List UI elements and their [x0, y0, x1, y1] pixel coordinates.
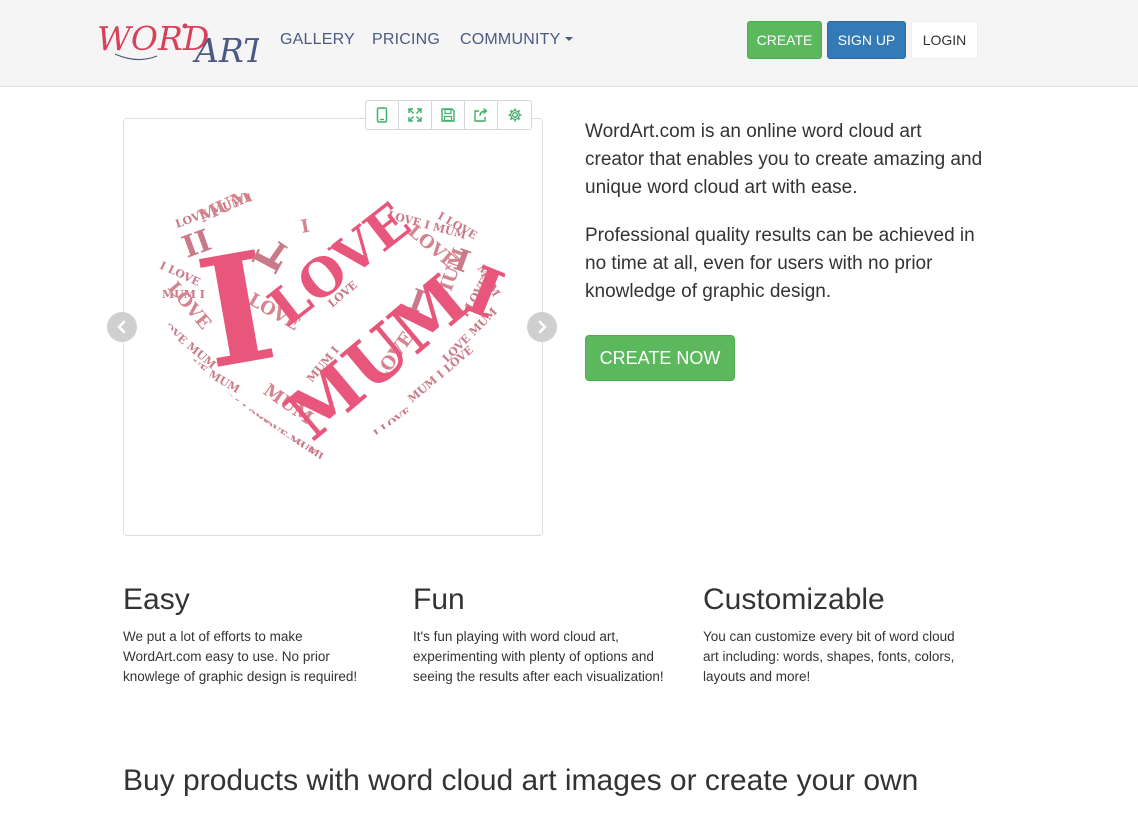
- fullscreen-icon[interactable]: [399, 101, 432, 129]
- feature-text: We put a lot of efforts to make WordArt.…: [123, 629, 358, 684]
- top-navbar: WORD ART GALLERY PRICING COMMUNITY CREAT…: [0, 0, 1138, 87]
- nav-community-label: COMMUNITY: [460, 31, 561, 48]
- intro-text: WordArt.com is an online word cloud art …: [585, 118, 985, 326]
- feature-title: Easy: [123, 583, 190, 616]
- tablet-icon[interactable]: [366, 101, 399, 129]
- intro-paragraph-2: Professional quality results can be achi…: [585, 225, 975, 302]
- svg-text:ART: ART: [192, 31, 259, 70]
- sign-up-button[interactable]: SIGN UP: [827, 21, 906, 59]
- heart-wordcloud-image: LOVE MUM I I LOVE MUM I LOVE MUM I LOVE …: [155, 193, 505, 466]
- feature-customizable: Customizable You can customize every bit…: [703, 582, 963, 687]
- chevron-left-icon[interactable]: [107, 312, 137, 342]
- create-button[interactable]: CREATE: [747, 21, 822, 59]
- chevron-right-icon[interactable]: [527, 312, 557, 342]
- wordart-logo[interactable]: WORD ART: [97, 14, 259, 70]
- share-icon[interactable]: [465, 101, 498, 129]
- nav-gallery-link[interactable]: GALLERY: [280, 31, 355, 49]
- feature-title: Customizable: [703, 583, 885, 616]
- svg-text:WORD: WORD: [97, 19, 209, 58]
- create-now-button[interactable]: CREATE NOW: [585, 335, 735, 381]
- preview-toolbar: [365, 100, 532, 130]
- feature-easy: Easy We put a lot of efforts to make Wor…: [123, 582, 383, 687]
- caret-down-icon: [565, 36, 574, 41]
- nav-pricing-link[interactable]: PRICING: [372, 31, 440, 49]
- nav-community-dropdown[interactable]: COMMUNITY: [460, 31, 574, 49]
- save-icon[interactable]: [432, 101, 465, 129]
- login-button[interactable]: LOGIN: [911, 21, 978, 59]
- feature-text: It's fun playing with word cloud art, ex…: [413, 629, 664, 684]
- intro-paragraph-1: WordArt.com is an online word cloud art …: [585, 121, 983, 198]
- products-section-title: Buy products with word cloud art images …: [123, 764, 919, 797]
- feature-fun: Fun It's fun playing with word cloud art…: [413, 582, 673, 687]
- feature-title: Fun: [413, 583, 465, 616]
- settings-icon[interactable]: [498, 101, 531, 129]
- feature-text: You can customize every bit of word clou…: [703, 629, 955, 684]
